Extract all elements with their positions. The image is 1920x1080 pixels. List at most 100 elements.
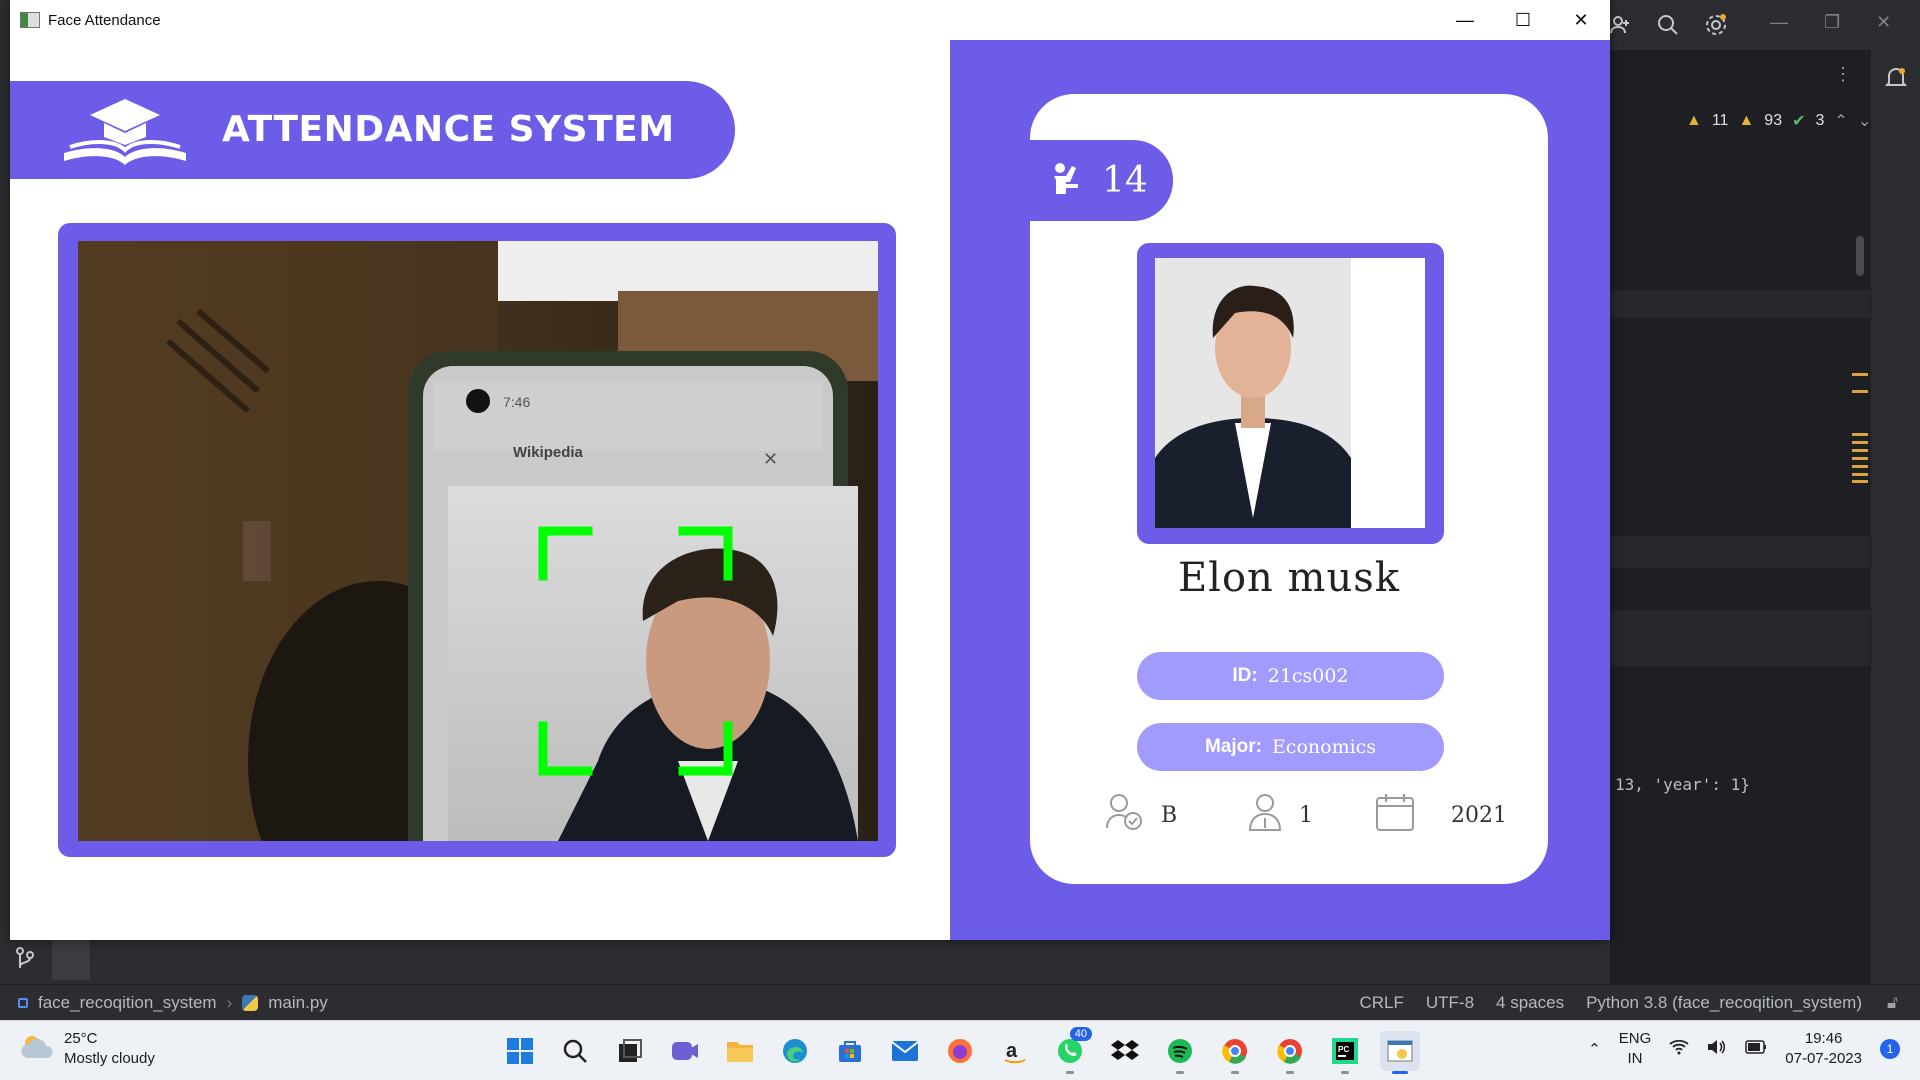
indent-widget[interactable]: 4 spaces: [1496, 993, 1564, 1013]
check-icon: ✔: [1792, 113, 1806, 130]
language-indicator[interactable]: ENG IN: [1619, 1029, 1652, 1069]
starting-year-stat: 2021: [1375, 792, 1507, 838]
microsoft-store-icon[interactable]: [830, 1031, 870, 1071]
minimize-button[interactable]: —: [1436, 0, 1494, 40]
running-indicator: [1066, 1071, 1074, 1074]
ide-right-toolbar: [1870, 50, 1920, 984]
ide-restore-icon[interactable]: ❐: [1824, 12, 1840, 33]
editor-highlight-band: [1610, 536, 1870, 568]
mail-icon[interactable]: [885, 1031, 925, 1071]
editor-highlight-band: [1610, 290, 1870, 318]
maximize-button[interactable]: ☐: [1494, 0, 1552, 40]
windows-taskbar: 25°C Mostly cloudy a 40 PC ⌃ ENG IN 19:4…: [0, 1020, 1920, 1080]
file-explorer-icon[interactable]: [720, 1031, 760, 1071]
window-titlebar[interactable]: Face Attendance — ☐ ✕: [10, 0, 1610, 40]
ide-window-controls: — ❐ ✕: [1770, 12, 1891, 33]
ok-count: 3: [1815, 112, 1825, 129]
teams-chat-icon[interactable]: [665, 1031, 705, 1071]
console-output-line: 13, 'year': 1}: [1615, 775, 1750, 794]
running-indicator: [1176, 1071, 1184, 1074]
ide-minimize-icon[interactable]: —: [1770, 12, 1788, 33]
weather-desc: Mostly cloudy: [64, 1050, 155, 1067]
error-stripe-mark[interactable]: [1852, 480, 1868, 483]
cloud-sun-icon: [20, 1032, 54, 1067]
svg-text:a: a: [1006, 1040, 1018, 1062]
ide-status-bar: face_recoqition_system › main.py CRLF UT…: [0, 984, 1920, 1020]
whatsapp-icon[interactable]: 40: [1050, 1027, 1092, 1074]
taskbar-apps: a 40 PC: [500, 1027, 1420, 1074]
attendance-count-pill: 14: [1030, 140, 1173, 221]
calendar-icon: [1375, 792, 1415, 838]
close-button[interactable]: ✕: [1552, 0, 1610, 40]
edge-browser-icon[interactable]: [775, 1031, 815, 1071]
running-indicator: [1392, 1071, 1408, 1074]
student-id-pill: ID: 21cs002: [1137, 652, 1444, 700]
line-separator-widget[interactable]: CRLF: [1359, 993, 1403, 1013]
taskbar-search-icon[interactable]: [555, 1031, 595, 1071]
error-stripe-mark[interactable]: [1852, 473, 1868, 476]
year-stat: 1: [1247, 792, 1313, 838]
ide-bottom-panel: [0, 940, 1610, 984]
error-stripe-mark[interactable]: [1852, 433, 1868, 436]
search-icon[interactable]: [1653, 10, 1683, 40]
window-controls: — ☐ ✕: [1436, 0, 1610, 40]
window-title: Face Attendance: [48, 11, 161, 29]
chrome-icon[interactable]: [1215, 1031, 1255, 1074]
weather-temp: 25°C: [64, 1030, 98, 1047]
error-stripe-mark[interactable]: [1852, 449, 1868, 452]
more-options-icon[interactable]: ⋮: [1834, 64, 1852, 85]
svg-text:PC: PC: [1338, 1045, 1349, 1054]
pycharm-icon[interactable]: PC: [1325, 1031, 1365, 1074]
breadcrumb-file[interactable]: main.py: [268, 993, 328, 1013]
firefox-icon[interactable]: [940, 1031, 980, 1071]
user-check-icon: [1105, 792, 1145, 838]
user-icon: [1247, 792, 1283, 838]
error-stripe-mark[interactable]: [1852, 457, 1868, 460]
spotify-icon[interactable]: [1160, 1031, 1200, 1074]
right-panel: 14 Elon musk ID: 21cs002 Major: Economic…: [950, 40, 1610, 940]
bottom-tool-tab[interactable]: [52, 940, 90, 980]
error-stripe-mark[interactable]: [1852, 465, 1868, 468]
battery-icon[interactable]: [1745, 1040, 1767, 1058]
wifi-icon[interactable]: [1669, 1039, 1689, 1059]
breadcrumb-project[interactable]: face_recoqition_system: [38, 993, 217, 1013]
left-panel: ATTENDANCE SYSTEM 7:46 Wikipedia ✕: [10, 40, 950, 940]
encoding-widget[interactable]: UTF-8: [1426, 993, 1474, 1013]
settings-gear-icon[interactable]: [1701, 10, 1731, 40]
amazon-icon[interactable]: a: [995, 1031, 1035, 1071]
chevron-up-icon[interactable]: ⌃: [1834, 111, 1847, 131]
warning-icon: ▲: [1686, 112, 1702, 129]
ide-editor-area[interactable]: ⋮: [1610, 50, 1870, 984]
student-stats: B 1 2021: [1105, 792, 1545, 842]
ide-left-toolbar: [0, 0, 10, 984]
face-attendance-taskbar-icon[interactable]: [1380, 1031, 1420, 1074]
editor-scrollbar[interactable]: [1856, 236, 1864, 276]
volume-icon[interactable]: [1707, 1039, 1727, 1059]
editor-highlight-band: [1610, 610, 1870, 666]
breadcrumb: face_recoqition_system › main.py: [18, 993, 328, 1013]
notification-badge[interactable]: 1: [1880, 1039, 1900, 1059]
title-banner: ATTENDANCE SYSTEM: [10, 81, 735, 179]
weak-warning-count: 93: [1764, 112, 1783, 129]
error-stripe-mark[interactable]: [1852, 441, 1868, 444]
start-windows-icon[interactable]: [500, 1031, 540, 1071]
student-name: Elon musk: [1177, 555, 1400, 601]
weather-widget[interactable]: 25°C Mostly cloudy: [20, 1029, 155, 1069]
dropbox-icon[interactable]: [1105, 1031, 1145, 1071]
error-stripe-mark[interactable]: [1852, 373, 1868, 376]
interpreter-widget[interactable]: Python 3.8 (face_recoqition_system): [1586, 993, 1862, 1013]
running-indicator: [1341, 1071, 1349, 1074]
year-value: 1: [1299, 802, 1313, 828]
error-stripe-mark[interactable]: [1852, 390, 1868, 393]
git-branch-icon[interactable]: [14, 946, 36, 975]
ide-close-icon[interactable]: ✕: [1876, 12, 1891, 33]
inspection-widget[interactable]: ▲ 11 ▲ 93 ✔ 3 ⌃ ⌄: [1686, 111, 1871, 131]
running-indicator: [1286, 1071, 1294, 1074]
chrome-profile-icon[interactable]: [1270, 1031, 1310, 1074]
notifications-bell-icon[interactable]: [1884, 66, 1908, 95]
clock[interactable]: 19:46 07-07-2023: [1785, 1029, 1862, 1069]
lock-icon[interactable]: 🔓︎: [1887, 993, 1898, 1013]
chevron-up-icon[interactable]: ⌃: [1588, 1040, 1601, 1058]
face-attendance-window: Face Attendance — ☐ ✕ ATTENDANCE SYSTEM: [10, 0, 1610, 940]
task-view-icon[interactable]: [610, 1031, 650, 1071]
